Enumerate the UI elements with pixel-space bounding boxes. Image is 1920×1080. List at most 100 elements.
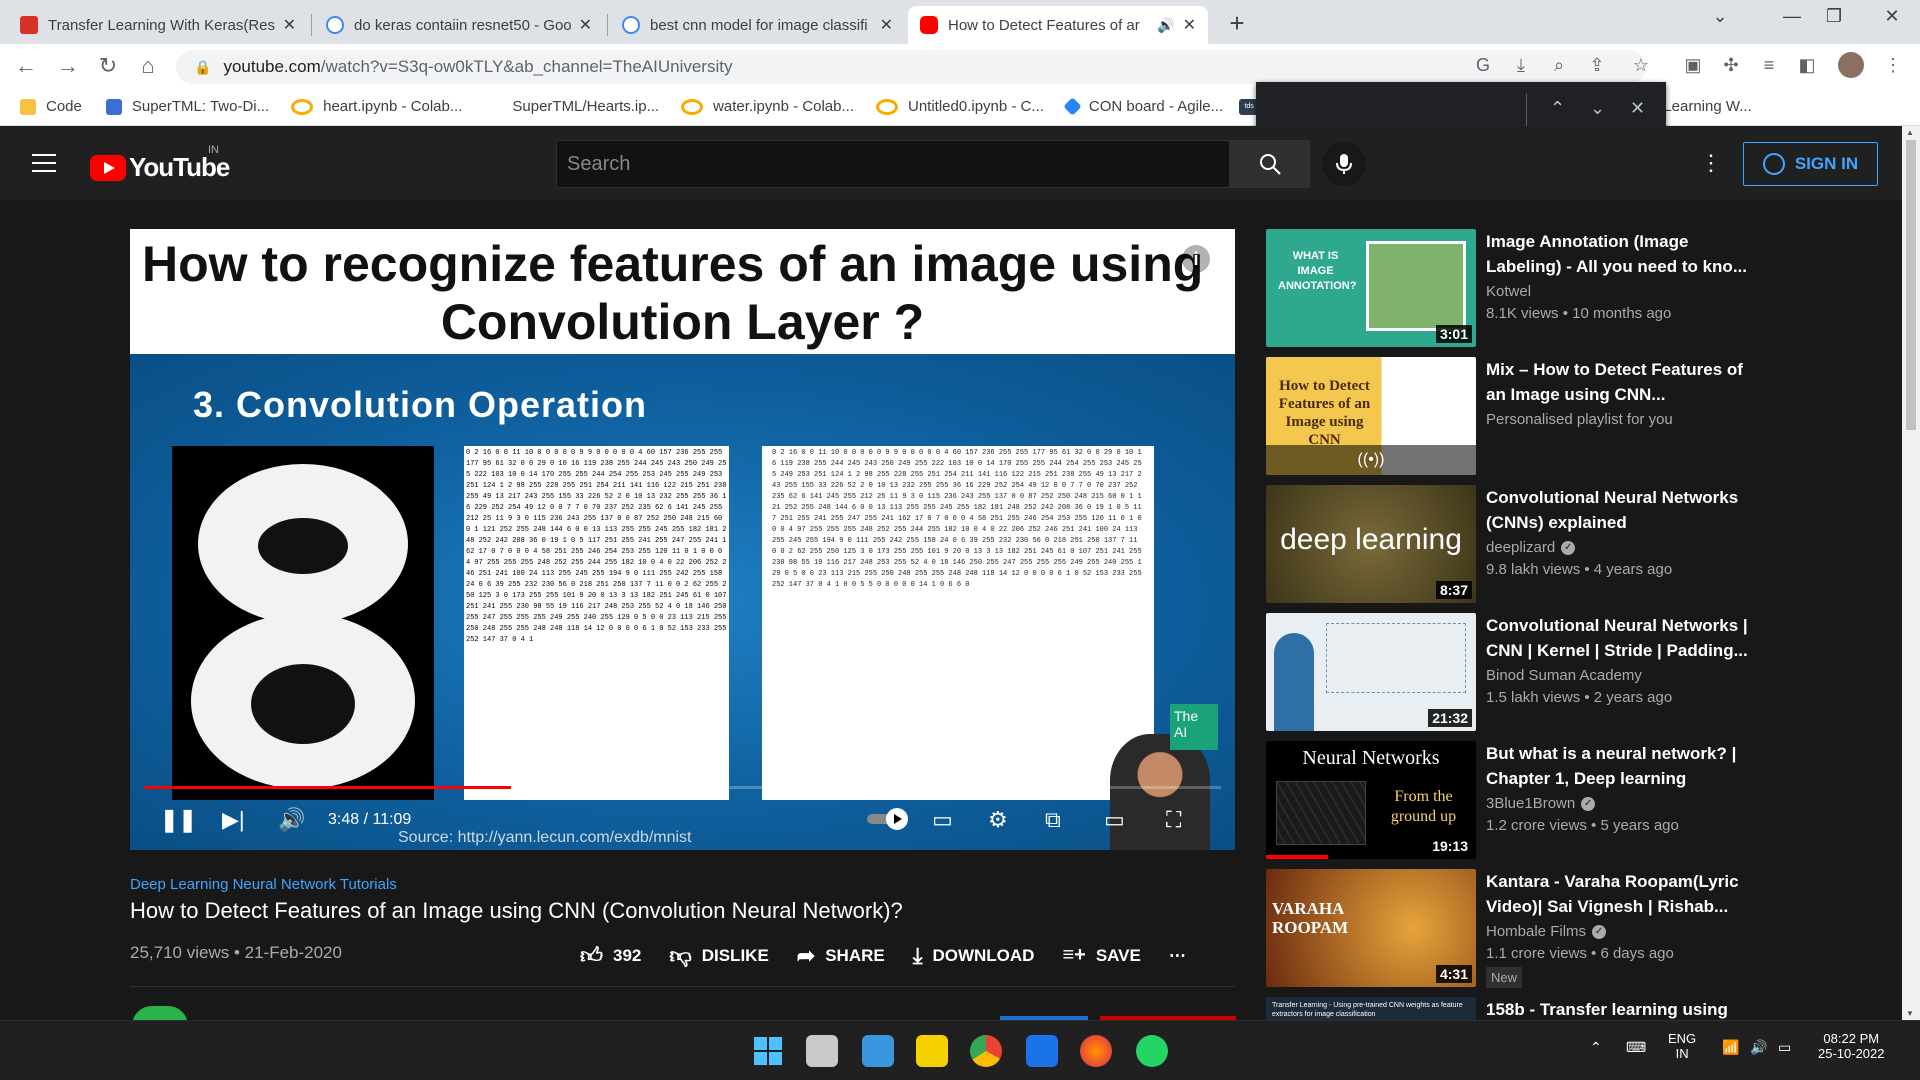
task-view-icon[interactable] — [806, 1035, 838, 1067]
sign-in-button[interactable]: SIGN IN — [1743, 142, 1878, 186]
scroll-down-icon[interactable]: ▼ — [1906, 1009, 1914, 1018]
whatsapp-icon[interactable] — [1136, 1035, 1168, 1067]
channel-name[interactable]: Hombale Films ✓ — [1486, 923, 1607, 940]
language-indicator[interactable]: ENG IN — [1668, 1031, 1696, 1061]
video-player[interactable]: How to recognize features of an image us… — [130, 229, 1235, 850]
theater-mode-icon[interactable]: ▭ — [1104, 807, 1125, 833]
miniplayer-icon[interactable]: ⧉ — [1045, 807, 1061, 833]
browser-tab[interactable]: Transfer Learning With Keras(Res ✕ — [8, 6, 308, 44]
scroll-thumb[interactable] — [1906, 140, 1916, 430]
restore-button[interactable]: ❐ — [1814, 6, 1854, 27]
scroll-up-icon[interactable]: ▲ — [1906, 128, 1914, 137]
audio-playing-icon[interactable]: 🔊 — [1157, 17, 1174, 34]
find-close-icon[interactable]: ✕ — [1630, 98, 1645, 119]
like-button[interactable]: 👍︎ 392 — [580, 942, 641, 969]
progress-bar[interactable] — [144, 786, 1221, 789]
video-thumbnail[interactable]: How to Detect Features of an Image using… — [1266, 357, 1476, 475]
volume-icon[interactable]: 🔊 — [278, 807, 305, 833]
channel-name[interactable]: deeplizard ✓ — [1486, 539, 1576, 556]
install-app-icon[interactable]: ⤓ — [1508, 52, 1534, 78]
close-tab-icon[interactable]: ✕ — [579, 15, 592, 35]
find-icon[interactable]: ⌕ — [1546, 52, 1572, 78]
bookmark-item[interactable]: water.ipynb - Colab... — [681, 98, 854, 115]
search-button[interactable] — [1230, 140, 1310, 188]
page-scrollbar[interactable]: ▲ ▼ — [1902, 126, 1920, 1020]
channel-name[interactable]: Binod Suman Academy — [1486, 667, 1642, 684]
download-button[interactable]: ⤓ DOWNLOAD — [913, 942, 1035, 969]
browser-tab[interactable]: do keras contaiin resnet50 - Goo ✕ — [314, 6, 604, 44]
google-lens-icon[interactable]: G — [1470, 52, 1496, 78]
bookmark-item[interactable]: CON board - Agile... — [1063, 97, 1223, 116]
recommended-video[interactable]: How to Detect Features of an Image using… — [1266, 357, 1886, 475]
close-tab-icon[interactable]: ✕ — [880, 15, 893, 35]
show-hidden-icons[interactable]: ⌃ — [1590, 1039, 1602, 1056]
close-tab-icon[interactable]: ✕ — [1183, 15, 1196, 35]
recommended-video[interactable]: Transfer Learning - Using pre-trained CN… — [1266, 997, 1886, 1020]
video-thumbnail[interactable]: VARAHA ROOPAM 4:31 — [1266, 869, 1476, 987]
back-button[interactable]: ← — [12, 52, 40, 80]
settings-gear-icon[interactable]: ⚙ — [988, 807, 1008, 833]
minimize-button[interactable]: — — [1772, 6, 1812, 27]
recommended-video[interactable]: VARAHA ROOPAM 4:31 Kantara - Varaha Roop… — [1266, 869, 1886, 988]
pause-icon[interactable]: ❚❚ — [160, 807, 197, 833]
share-page-icon[interactable]: ⇪ — [1584, 52, 1610, 78]
video-thumbnail[interactable]: deep learning 8:37 — [1266, 485, 1476, 603]
more-actions-icon[interactable]: ⋯ — [1169, 942, 1186, 969]
profile-avatar[interactable] — [1838, 52, 1864, 78]
windows-start-icon[interactable] — [752, 1035, 784, 1067]
video-thumbnail[interactable]: 21:32 — [1266, 613, 1476, 731]
youtube-logo[interactable]: YouTube IN — [90, 144, 230, 183]
recommended-video[interactable]: deep learning 8:37 Convolutional Neural … — [1266, 485, 1886, 603]
share-button[interactable]: ➦ SHARE — [797, 942, 885, 969]
forward-button[interactable]: → — [54, 52, 82, 80]
video-thumbnail[interactable]: WHAT IS IMAGE ANNOTATION? 3:01 — [1266, 229, 1476, 347]
lock-icon[interactable]: 🔒 — [194, 59, 211, 76]
video-thumbnail[interactable]: Neural Networks From the ground up 19:13 — [1266, 741, 1476, 859]
chrome-taskbar-icon[interactable] — [970, 1035, 1002, 1067]
menu-icon[interactable] — [32, 154, 56, 178]
tab-search-icon[interactable]: ⌄ — [1700, 6, 1740, 27]
sticky-notes-icon[interactable] — [916, 1035, 948, 1067]
bookmark-item[interactable]: heart.ipynb - Colab... — [291, 98, 462, 115]
close-tab-icon[interactable]: ✕ — [283, 15, 296, 35]
video-thumbnail[interactable]: Transfer Learning - Using pre-trained CN… — [1266, 997, 1476, 1020]
channel-name[interactable]: Kotwel — [1486, 283, 1531, 300]
home-button[interactable]: ⌂ — [134, 52, 162, 80]
dislike-button[interactable]: 👎︎ DISLIKE — [669, 942, 768, 969]
bookmark-item[interactable]: Code — [20, 98, 82, 115]
voice-search-button[interactable] — [1322, 142, 1366, 186]
close-window-button[interactable]: ✕ — [1872, 6, 1912, 27]
settings-menu-icon[interactable]: ⋮ — [1700, 150, 1722, 176]
browser-tab-active[interactable]: How to Detect Features of ar 🔊 ✕ — [908, 6, 1208, 44]
bookmark-star-icon[interactable]: ☆ — [1628, 52, 1654, 78]
bookmark-item[interactable]: SuperTML: Two-Di... — [105, 98, 269, 115]
clock[interactable]: 08:22 PM 25-10-2022 — [1818, 1031, 1885, 1061]
calendar-icon[interactable] — [1026, 1035, 1058, 1067]
battery-icon[interactable]: ▭ — [1778, 1039, 1791, 1056]
side-panel-icon[interactable]: ◧ — [1794, 52, 1820, 78]
find-previous-icon[interactable]: ⌃ — [1550, 98, 1565, 119]
notepad-icon[interactable] — [862, 1035, 894, 1067]
wifi-icon[interactable]: 📶 — [1722, 1039, 1739, 1056]
keyboard-icon[interactable]: ⌨ — [1626, 1039, 1646, 1056]
search-input[interactable]: Search — [556, 140, 1230, 188]
channel-watermark-logo[interactable]: The AI — [1170, 704, 1218, 750]
firefox-icon[interactable] — [1080, 1035, 1112, 1067]
info-card-icon[interactable]: i — [1182, 245, 1210, 273]
address-bar[interactable]: 🔒 youtube.com/watch?v=S3q-ow0kTLY&ab_cha… — [176, 50, 1646, 84]
find-next-icon[interactable]: ⌄ — [1590, 98, 1605, 119]
recommended-video[interactable]: 21:32 Convolutional Neural Networks | CN… — [1266, 613, 1886, 731]
subtitles-icon[interactable]: ▭ — [932, 807, 953, 833]
fullscreen-icon[interactable]: ⛶ — [1166, 807, 1181, 833]
browser-tab[interactable]: best cnn model for image classifi ✕ — [610, 6, 905, 44]
extensions-puzzle-icon[interactable]: ✣ — [1718, 52, 1744, 78]
playlist-link[interactable]: Deep Learning Neural Network Tutorials — [130, 876, 397, 893]
chrome-menu-icon[interactable]: ⋮ — [1880, 52, 1906, 78]
reload-button[interactable]: ↻ — [94, 52, 122, 80]
autoplay-toggle[interactable] — [865, 807, 911, 837]
new-tab-button[interactable]: + — [1222, 8, 1252, 38]
channel-name[interactable]: 3Blue1Brown ✓ — [1486, 795, 1596, 812]
bookmark-item[interactable]: Untitled0.ipynb - C... — [876, 98, 1044, 115]
recommended-video[interactable]: Neural Networks From the ground up 19:13… — [1266, 741, 1886, 859]
save-button[interactable]: ≡+ SAVE — [1062, 942, 1140, 969]
